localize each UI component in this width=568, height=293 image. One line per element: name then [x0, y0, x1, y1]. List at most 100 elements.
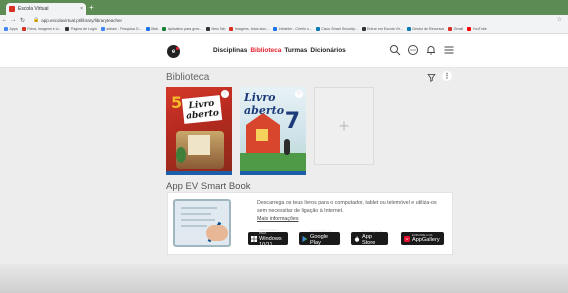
site-favicon-icon [9, 6, 15, 12]
bookmark-star-icon[interactable]: ☆ [557, 16, 562, 23]
bookmark-item[interactable]: YouTube [467, 27, 487, 31]
nav-turmas[interactable]: Turmas [284, 47, 307, 54]
logo-letter: e [171, 48, 176, 55]
site-logo[interactable]: e [167, 45, 180, 58]
bookmark-item[interactable]: Página de Login [65, 27, 97, 31]
book-card[interactable]: 5 Livro aberto ♡ [166, 87, 232, 175]
bookmark-item[interactable]: Gmail [448, 27, 463, 31]
bookmark-label: Cisco Smart Security... [321, 27, 358, 31]
header-icons [389, 44, 455, 56]
apple-icon [354, 235, 360, 242]
google-play-icon [302, 235, 308, 242]
tablet-line [181, 225, 207, 227]
book-title-line2: aberto [185, 107, 220, 122]
bookmark-item[interactable]: Cisco Smart Security... [315, 27, 358, 31]
nav-biblioteca[interactable]: Biblioteca [250, 47, 281, 54]
store-big-label: Windows 10/11 [259, 235, 282, 249]
hand-illustration [206, 225, 228, 241]
add-book-button[interactable]: + [314, 87, 374, 165]
search-icon[interactable] [389, 44, 401, 56]
bookmark-label: Gestor de Recursos [412, 27, 445, 31]
promo-card: Descarrega os teus livros para o computa… [167, 192, 453, 255]
bookmark-label: Imagens, fotos stoc... [234, 27, 270, 31]
cover-footer [166, 171, 232, 175]
tab-close-icon[interactable]: × [80, 6, 83, 12]
bookmark-item[interactable]: Blok [145, 27, 159, 31]
more-info-link[interactable]: Mais informações [257, 216, 299, 222]
section-title: App EV Smart Book [166, 181, 251, 192]
bookmark-item[interactable]: sebani - Pesquisa G... [100, 27, 142, 31]
bookmark-favicon-icon [4, 27, 8, 31]
windows-store-button[interactable]: DESCARREGA PARA Windows 10/11 [248, 227, 288, 248]
bookmark-label: Gmail [453, 27, 464, 31]
bookmark-label: Blok [151, 27, 159, 31]
bookmark-favicon-icon [65, 27, 70, 31]
bookmark-item[interactable]: Imagens, fotos stoc... [229, 27, 269, 31]
browser-tabstrip: Escola Virtual × + [0, 0, 568, 15]
app-store-button[interactable]: Descarregue na App Store [351, 230, 388, 247]
bookmark-item[interactable]: Fotos, imagens e vi... [21, 27, 61, 31]
google-play-button[interactable]: DISPONÍVEL NO Google Play [299, 230, 340, 247]
favorite-heart-icon[interactable]: ♡ [221, 90, 229, 98]
bookmark-item[interactable]: New Tab [206, 27, 225, 31]
bookmark-label: Apps [9, 27, 18, 31]
bookmark-item[interactable]: Aplicativo para grav... [162, 27, 202, 31]
url-field[interactable]: app.escolavirtual.pt/library/libraryteac… [41, 18, 122, 23]
bookmark-item[interactable]: Apps [4, 27, 18, 31]
book-number: 7 [284, 109, 300, 134]
book-card[interactable]: Livro aberto 7 ♡ [240, 87, 306, 175]
store-big-label: Google Play [310, 233, 329, 247]
site-header: e Disciplinas Biblioteca Turmas Dicionár… [0, 34, 568, 68]
bookmark-label: Página de Login [70, 27, 97, 31]
menu-icon[interactable] [443, 44, 455, 56]
bookmark-favicon-icon [273, 27, 278, 31]
windows-icon [251, 235, 257, 242]
reload-icon[interactable]: ↻ [18, 17, 27, 24]
bookmark-item[interactable]: Infoshim - Crietin o... [273, 27, 312, 31]
bookmark-item[interactable]: Entrar em Escola Vir... [361, 27, 403, 31]
main-nav: Disciplinas Biblioteca Turmas Dicionário… [213, 47, 346, 54]
page-footer [0, 264, 568, 293]
logo-dot [176, 47, 179, 50]
lock-icon: 🔒 [33, 17, 40, 23]
bookmark-label: Entrar em Escola Vir... [367, 27, 403, 31]
bell-icon[interactable] [425, 44, 437, 56]
nav-disciplinas[interactable]: Disciplinas [213, 47, 247, 54]
address-bar: ← → ↻ 🔒 app.escolavirtual.pt/library/lib… [0, 15, 568, 25]
bookmark-favicon-icon [467, 27, 472, 31]
tablet-line [181, 207, 217, 209]
promo-description: Descarrega os teus livros para o computa… [257, 200, 437, 214]
new-tab-button[interactable]: + [89, 3, 94, 13]
bookmark-favicon-icon [448, 27, 453, 31]
store-big-label: App Store [362, 233, 376, 247]
bookmark-favicon-icon [406, 27, 411, 31]
back-icon[interactable]: ← [0, 17, 9, 23]
more-options-icon[interactable]: ⋮ [442, 71, 452, 81]
bookmark-favicon-icon [361, 27, 366, 31]
cover-house [188, 135, 210, 155]
bookmark-favicon-icon [206, 27, 210, 31]
bookmark-favicon-icon [229, 27, 234, 31]
cover-figure [284, 139, 290, 155]
chat-icon[interactable] [407, 44, 419, 56]
book-number: 5 [171, 93, 183, 112]
page-title: Biblioteca [166, 72, 210, 83]
browser-tab[interactable]: Escola Virtual × [6, 3, 86, 15]
cover-footer [240, 171, 306, 175]
book-title: Livro aberto [181, 95, 223, 124]
store-small-label: DESCARREGA PARA [259, 227, 279, 235]
forward-icon[interactable]: → [9, 17, 18, 23]
bookmark-item[interactable]: Gestor de Recursos [406, 27, 445, 31]
appgallery-icon [404, 235, 410, 242]
bookmark-favicon-icon [162, 27, 167, 31]
bookmark-favicon-icon [100, 27, 105, 31]
favorite-heart-icon[interactable]: ♡ [295, 90, 303, 98]
bookmark-favicon-icon [145, 27, 150, 31]
bookmark-label: Infoshim - Crietin o... [278, 27, 312, 31]
store-big-label: AppGallery [412, 237, 440, 243]
tablet-line [181, 213, 211, 215]
appgallery-button[interactable]: EXPLORE-A NA AppGallery [401, 232, 444, 245]
cover-window [256, 129, 268, 141]
filter-icon[interactable] [427, 73, 436, 82]
nav-dicionarios[interactable]: Dicionários [310, 47, 345, 54]
